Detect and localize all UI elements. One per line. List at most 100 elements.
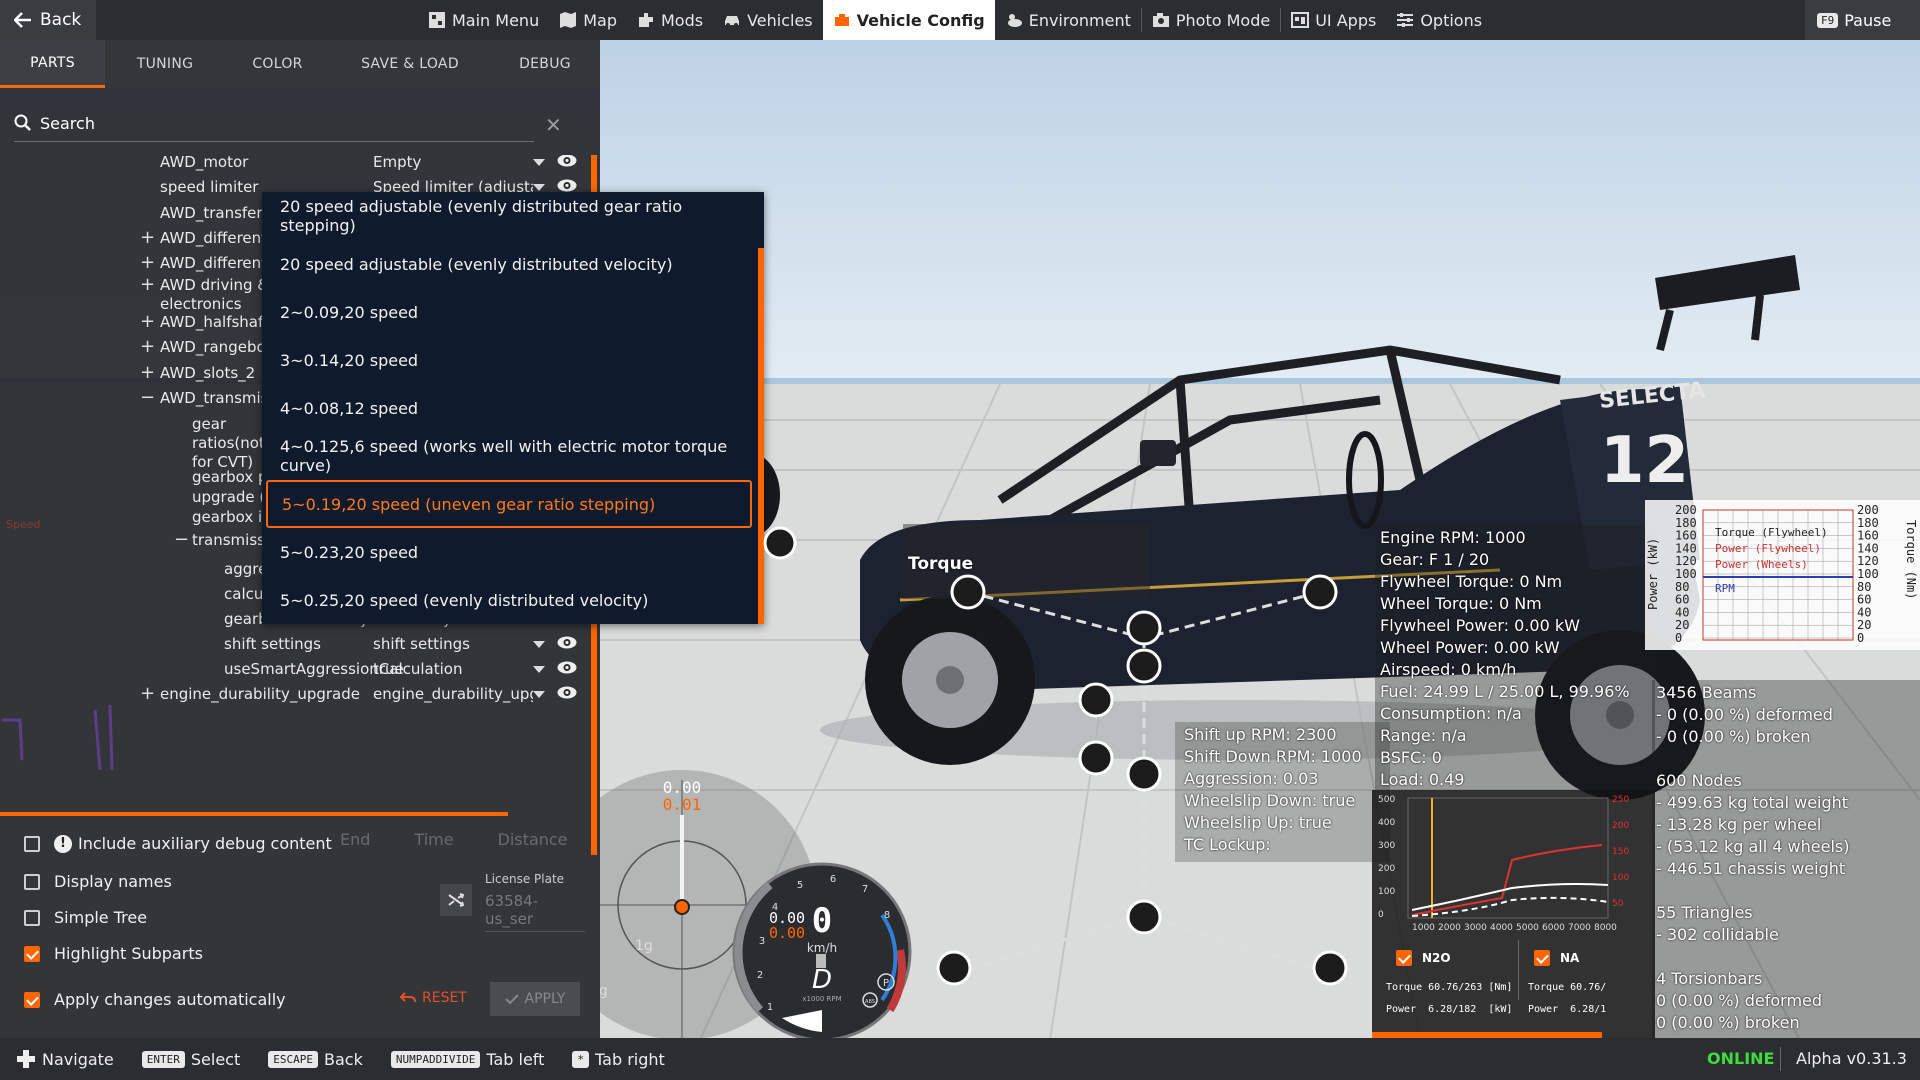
dropdown-option[interactable]: 20 speed adjustable (evenly distributed … [266,192,752,240]
legend-rpm: RPM [1715,582,1735,595]
simple-tree-checkbox[interactable] [24,909,40,926]
chevron-down-icon[interactable] [533,159,545,166]
engine-info-line: Range: n/a [1380,726,1467,745]
tab-save-load[interactable]: SAVE & LOAD [330,40,490,88]
menu-photo-mode[interactable]: Photo Mode [1142,0,1280,40]
aux-debug-checkbox[interactable] [24,835,40,852]
expand-icon[interactable]: + [140,252,155,273]
tree-row-value[interactable]: engine_durability_upg... [373,685,533,703]
expand-icon[interactable]: + [140,274,155,295]
menu-main-menu[interactable]: Main Menu [418,0,549,40]
menu-map[interactable]: Map [549,0,627,40]
expand-icon[interactable]: + [140,362,155,383]
collapse-icon[interactable]: − [140,387,155,408]
menu-ui-apps[interactable]: UI Apps [1281,0,1386,40]
engine-info-line: Consumption: n/a [1380,704,1522,723]
shift-info-line: Aggression: 0.03 [1184,769,1319,788]
tree-row-label: AWD_different [160,254,268,272]
dropdown-option-selected[interactable]: 5~0.19,20 speed (uneven gear ratio stepp… [266,480,752,528]
expand-icon[interactable]: + [140,336,155,357]
expand-icon[interactable]: + [140,311,155,332]
hint-tab-left: NUMPADDIVIDE Tab left [390,1050,544,1069]
legend-power-flywheel: Power (Flywheel) [1715,542,1821,555]
menu-vehicles[interactable]: Vehicles [713,0,823,40]
power-axis-tick: 250 [1612,795,1629,805]
gear-ratio-dropdown[interactable]: 20 speed adjustable (evenly distributed … [262,192,764,624]
option-aux-debug[interactable]: ! Include auxiliary debug content [24,834,332,853]
aux-debug-label: Include auxiliary debug content [78,834,332,853]
menu-map-label: Map [583,10,617,30]
clear-search-icon[interactable]: ✕ [545,113,562,137]
dropdown-scrollbar[interactable] [758,248,764,624]
option-display-names[interactable]: Display names [24,872,172,891]
menu-mods[interactable]: Mods [627,0,713,40]
collapse-icon[interactable]: − [174,529,189,550]
randomize-plate-button[interactable] [440,884,472,916]
chevron-down-icon[interactable] [533,641,545,648]
header-distance: Distance [497,830,568,849]
highlight-subparts-checkbox[interactable] [24,945,40,962]
expand-icon[interactable]: + [140,683,155,704]
tab-color[interactable]: COLOR [225,40,330,88]
apply-button[interactable]: APPLY [490,982,580,1016]
visibility-eye-icon[interactable] [557,179,577,192]
menu-vehicle-config-label: Vehicle Config [856,10,985,30]
menu-environment[interactable]: Environment [995,0,1141,40]
pause-button[interactable]: F9 Pause [1805,0,1920,40]
beam-stat-line: 55 Triangles [1656,903,1753,922]
apply-auto-checkbox[interactable] [24,991,40,1008]
dropdown-option[interactable]: 5~0.25,20 speed (evenly distributed velo… [266,576,752,624]
na-toggle[interactable]: NA [1534,950,1579,966]
license-plate-input[interactable]: 63584-us_ser [485,892,585,932]
rpm-label: x1000 RPM [802,995,841,1003]
tab-tuning[interactable]: TUNING [105,40,225,88]
dropdown-option[interactable]: 4~0.125,6 speed (works well with electri… [266,432,752,480]
chevron-down-icon[interactable] [533,691,545,698]
rpm-axis-tick: 2000 [1438,923,1461,933]
menu-vehicle-config[interactable]: Vehicle Config [822,0,995,40]
visibility-eye-icon[interactable] [557,661,577,674]
tree-row-value[interactable]: Empty [373,155,533,171]
n2o-checkbox[interactable] [1396,950,1412,966]
expand-icon[interactable]: + [140,227,155,248]
rpm-axis-tick: 6000 [1542,923,1565,933]
tree-row-label: AWD_slots_2 [160,364,256,382]
menu-options[interactable]: Options [1386,0,1492,40]
visibility-eye-icon[interactable] [557,686,577,699]
na-checkbox[interactable] [1534,950,1550,966]
chevron-down-icon[interactable] [533,666,545,673]
rpm-tick: 4 [772,902,778,913]
search-input[interactable]: Search [14,105,534,142]
dropdown-option[interactable]: 2~0.09,20 speed [266,288,752,336]
display-names-checkbox[interactable] [24,873,40,890]
visibility-eye-icon[interactable] [557,636,577,649]
option-apply-auto[interactable]: Apply changes automatically [24,990,286,1009]
key-multiply: * [572,1050,590,1068]
reset-button[interactable]: RESET [400,990,467,1006]
version-label: Alpha v0.31.3 [1796,1049,1907,1068]
camera-icon [1152,13,1169,27]
beam-stat-line: - 0 (0.00 %) deformed [1656,705,1833,724]
wheel-node-icon [950,574,986,610]
option-highlight-subparts[interactable]: Highlight Subparts [24,944,203,963]
dropdown-option[interactable]: 5~0.23,20 speed [266,528,752,576]
back-button[interactable]: Back [0,0,96,40]
option-simple-tree[interactable]: Simple Tree [24,908,147,927]
torque-axis-tick: 500 [1378,795,1395,805]
transfer-node-icon [1078,740,1114,776]
hint-navigate: Navigate [16,1049,114,1069]
dropdown-option[interactable]: 20 speed adjustable (evenly distributed … [266,240,752,288]
visibility-eye-icon[interactable] [557,155,577,167]
torque-axis-tick: 100 [1378,887,1395,897]
rpm-tick: 8 [884,910,890,921]
chevron-down-icon[interactable] [533,184,545,191]
tree-row-value[interactable]: shift settings [373,635,533,653]
tab-parts[interactable]: PARTS [0,40,105,88]
dropdown-option[interactable]: 3~0.14,20 speed [266,336,752,384]
menu-ui-apps-label: UI Apps [1315,10,1377,30]
tab-debug[interactable]: DEBUG [490,40,600,88]
dropdown-option[interactable]: 4~0.08,12 speed [266,384,752,432]
n2o-toggle[interactable]: N2O [1396,950,1451,966]
tree-row-value[interactable]: true [373,660,533,678]
speed-unit: km/h [807,941,837,955]
